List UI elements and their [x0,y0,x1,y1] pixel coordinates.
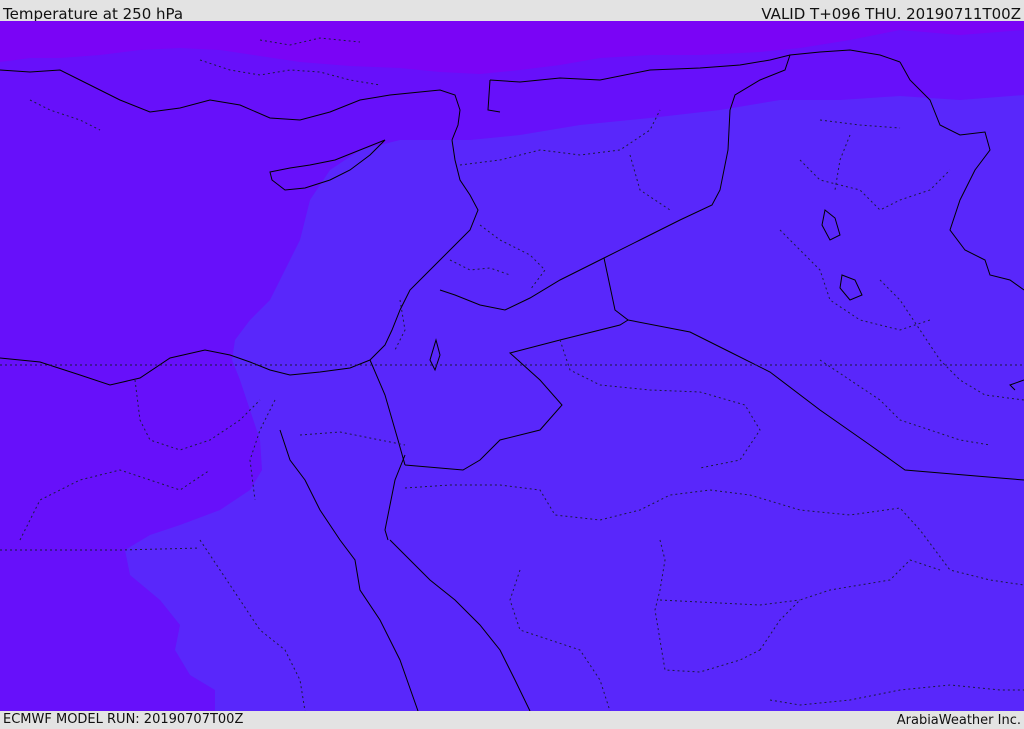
model-run: ECMWF MODEL RUN: 20190707T00Z [3,712,244,727]
footer-bar: ECMWF MODEL RUN: 20190707T00Z ArabiaWeat… [0,711,1024,729]
map-canvas [0,21,1024,711]
weather-map[interactable] [0,21,1024,711]
header-bar: Temperature at 250 hPa VALID T+096 THU. … [0,0,1024,23]
credit-label: ArabiaWeather Inc. [896,713,1021,728]
